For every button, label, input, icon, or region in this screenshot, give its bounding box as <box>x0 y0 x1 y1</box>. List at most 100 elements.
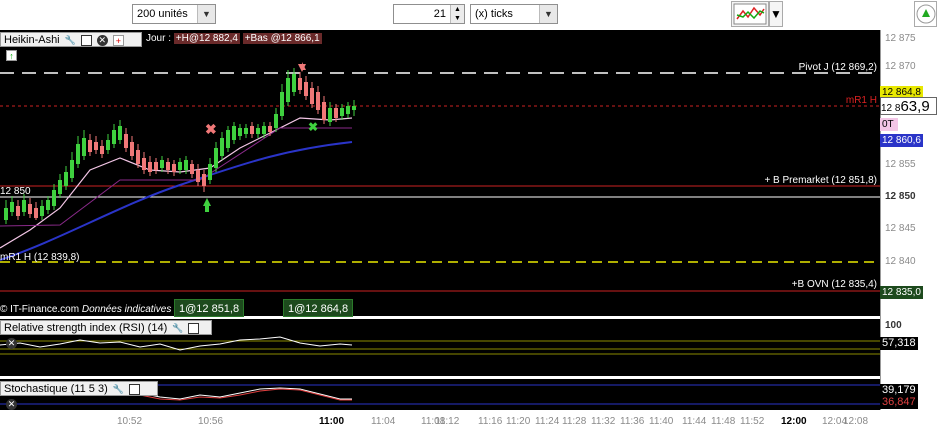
x-tick: 10:56 <box>198 416 224 427</box>
candle-body <box>94 142 98 150</box>
candle-body <box>52 190 56 206</box>
ticks-count-value: 21 <box>433 8 446 20</box>
candle-body <box>112 130 116 144</box>
y-tick: 12 875 <box>885 33 916 44</box>
candle-body <box>160 160 164 168</box>
chevron-down-icon[interactable]: ▼ <box>197 5 215 23</box>
price-chart: ✖ ✖ <box>0 30 880 316</box>
x-tick: 11:04 <box>371 416 396 427</box>
wrench-icon[interactable]: 🔧 <box>113 384 124 395</box>
x-tick: 12:00 <box>781 416 807 427</box>
buy-marker-icon: ✖ <box>308 120 318 134</box>
candle-body <box>310 88 314 104</box>
candle-body <box>238 128 242 136</box>
price-tag-blue: 12 860,6 <box>880 134 923 147</box>
candle-body <box>4 208 8 220</box>
candle-body <box>82 138 86 156</box>
maximize-icon[interactable] <box>80 34 92 46</box>
candle-body <box>10 202 14 212</box>
copyright-text: © IT-Finance.com <box>0 304 80 315</box>
candle-body <box>286 78 290 102</box>
y-tick: 12 845 <box>885 223 916 234</box>
y-tick: 12 840 <box>885 256 916 267</box>
day-info-prefix: Jour : <box>146 33 172 44</box>
x-tick: 11:40 <box>649 416 674 427</box>
wrench-icon[interactable]: 🔧 <box>65 35 76 46</box>
disclaimer-text: Données indicatives <box>81 304 172 315</box>
candle-body <box>88 140 92 152</box>
maximize-icon[interactable] <box>128 383 140 395</box>
candle-body <box>148 162 152 172</box>
candle-body <box>298 78 302 90</box>
ticks-unit-value: (x) ticks <box>475 8 513 20</box>
chart-type-icon[interactable] <box>731 1 769 27</box>
rsi-y-tick: 100 <box>885 320 902 331</box>
x-tick: 11:16 <box>478 416 503 427</box>
alert-icon[interactable] <box>914 1 937 27</box>
ticks-count-stepper[interactable]: 21 ▲ ▼ <box>393 4 465 24</box>
close-icon[interactable]: ✕ <box>96 34 108 46</box>
sell-marker-icon: ✖ <box>205 121 217 137</box>
time-axis[interactable]: 10:52 10:56 11:00 11:04 11:08 11:12 11:16 11:20… <box>0 410 937 432</box>
close-icon[interactable]: ✕ <box>6 337 17 349</box>
sell-order-icon[interactable]: + <box>112 34 124 46</box>
x-tick: 11:48 <box>711 416 736 427</box>
main-chart-title: Heikin-Ashi <box>4 34 60 46</box>
current-price-small: 12 8 <box>881 103 901 114</box>
candle-body <box>352 106 356 110</box>
x-tick: 11:24 <box>535 416 560 427</box>
x-tick: 11:52 <box>740 416 765 427</box>
candle-body <box>28 204 32 214</box>
candle-body <box>118 126 122 140</box>
candle-body <box>154 162 158 170</box>
mr1h-right-label: mR1 H <box>845 95 877 106</box>
pivot-label: Pivot J (12 869,2) <box>798 62 877 73</box>
day-info: Jour : +H@12 882,4 +Bas @12 866,1 <box>146 33 322 44</box>
candle-body <box>136 150 140 164</box>
candle-body <box>130 142 134 156</box>
candle-body <box>34 208 38 218</box>
chevron-down-icon[interactable]: ▼ <box>539 5 557 23</box>
x-tick: 10:52 <box>117 416 143 427</box>
position-chip-left[interactable]: 1@12 851,8 <box>174 299 245 317</box>
candle-body <box>346 106 350 114</box>
day-high: +H@12 882,4 <box>173 33 240 44</box>
stepper-arrows-icon[interactable]: ▲ ▼ <box>450 5 464 23</box>
x-tick: 11:12 <box>435 416 460 427</box>
candle-body <box>190 164 194 174</box>
wrench-icon[interactable]: 🔧 <box>172 323 183 334</box>
candle-body <box>196 170 200 182</box>
ticks-unit-select[interactable]: (x) ticks ▼ <box>470 4 558 24</box>
buy-order-icon[interactable]: ↑ <box>6 49 17 61</box>
candle-body <box>316 92 320 110</box>
candle-body <box>22 200 26 212</box>
candle-body <box>226 130 230 148</box>
maximize-icon[interactable] <box>188 322 200 334</box>
y-tick: 12 850 <box>885 191 916 202</box>
candle-body <box>106 140 110 150</box>
close-icon[interactable]: ✕ <box>6 398 17 410</box>
candle-body <box>220 138 224 156</box>
main-chart-header: Heikin-Ashi 🔧 ✕ + ↑ <box>0 32 142 61</box>
current-price-big: 63,9 <box>900 98 930 115</box>
candle-body <box>46 200 50 210</box>
chevron-down-icon[interactable]: ▼ <box>769 1 783 27</box>
x-tick: 11:28 <box>562 416 587 427</box>
candle-body <box>184 160 188 170</box>
candle-body <box>274 114 278 128</box>
candle-body <box>268 126 272 132</box>
candle-body <box>304 82 308 96</box>
units-select[interactable]: 200 unités ▼ <box>132 4 216 24</box>
candle-body <box>250 126 254 134</box>
position-chip-right[interactable]: 1@12 864,8 <box>283 299 354 317</box>
rsi-value-tag: 57,318 <box>880 337 918 350</box>
ovn-label: +B OVN (12 835,4) <box>791 279 877 290</box>
candle-body <box>142 158 146 170</box>
candle-body <box>64 172 68 186</box>
ot-tag: 0T <box>880 118 898 131</box>
candle-body <box>172 164 176 172</box>
current-price-box: 12 863,9 <box>880 97 937 115</box>
candle-body <box>292 74 296 92</box>
x-tick: 12:08 <box>843 416 869 427</box>
candle-body <box>58 180 62 194</box>
